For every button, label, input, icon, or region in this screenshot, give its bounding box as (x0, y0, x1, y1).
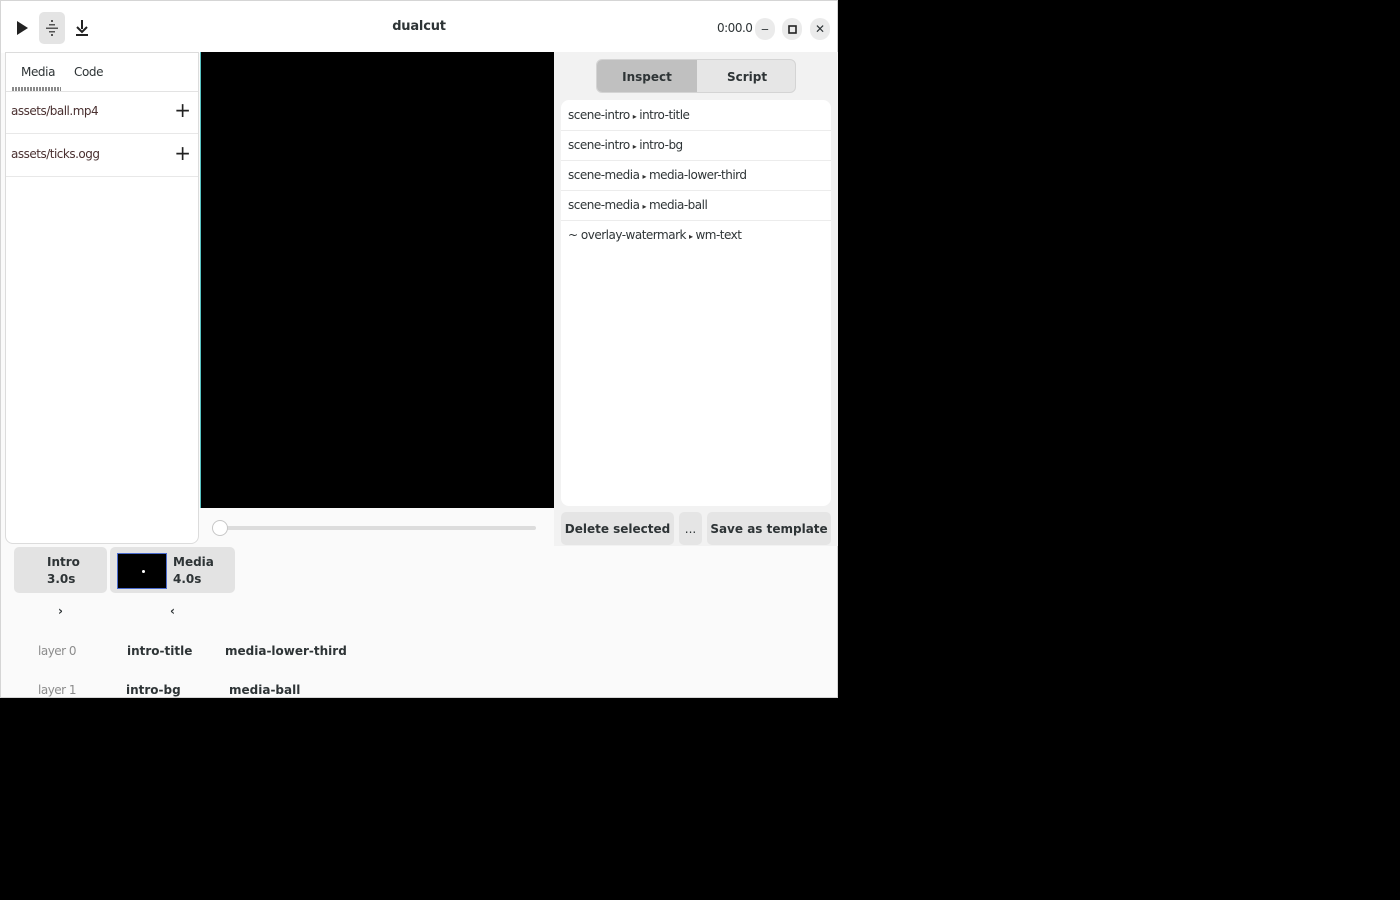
caret-right-icon: ▸ (642, 202, 646, 211)
tree-layer: intro-title (639, 108, 690, 122)
close-icon: ✕ (814, 22, 826, 36)
add-media-button[interactable]: + (174, 99, 191, 121)
minimize-icon: ‒ (761, 22, 769, 36)
split-icon (46, 20, 58, 36)
scrubber-handle[interactable] (212, 520, 228, 536)
tab-media[interactable]: Media (21, 65, 55, 79)
scene-name: Intro (47, 555, 80, 569)
tree-item[interactable]: scene-media ▸ media-lower-third (561, 160, 831, 191)
media-sidebar: Media Code assets/ball.mp4 + assets/tick… (5, 52, 199, 544)
tree-scene: overlay-watermark (580, 228, 687, 242)
minimize-button[interactable]: ‒ (755, 18, 775, 40)
app-window: dualcut 0:00.0 ‒ ✕ Media Code assets/bal… (0, 0, 838, 698)
header-bar: dualcut 0:00.0 ‒ ✕ (1, 1, 837, 53)
scene-card-media[interactable]: Media 4.0s (110, 547, 235, 593)
window-title: dualcut (392, 19, 446, 34)
chevron-right-icon[interactable]: › (58, 604, 63, 618)
inspector-panel: Inspect Script scene-intro ▸ intro-title s… (554, 52, 838, 546)
chevron-left-icon[interactable]: ‹ (170, 604, 175, 618)
media-item[interactable]: assets/ball.mp4 + (6, 91, 198, 134)
timeline-clip[interactable]: media-lower-third (225, 644, 347, 658)
export-button[interactable] (69, 12, 95, 44)
tree-layer: media-lower-third (648, 168, 747, 182)
layer-tree: scene-intro ▸ intro-title scene-intro ▸ intr… (561, 100, 831, 506)
thumbnail-dot (142, 570, 145, 573)
sidebar-tabs: Media Code (6, 53, 198, 92)
tree-item[interactable]: scene-intro ▸ intro-bg (561, 130, 831, 161)
close-button[interactable]: ✕ (810, 18, 830, 40)
caret-right-icon: ▸ (642, 172, 646, 181)
maximize-button[interactable] (782, 18, 802, 40)
timeline-clip[interactable]: media-ball (229, 683, 300, 697)
tab-code[interactable]: Code (74, 65, 104, 79)
download-icon (76, 20, 88, 36)
tree-layer: media-ball (648, 198, 708, 212)
add-media-button[interactable]: + (174, 142, 191, 164)
caret-right-icon: ▸ (632, 112, 637, 121)
more-button[interactable]: ... (679, 512, 702, 545)
tab-inspect[interactable]: Inspect (597, 60, 697, 92)
scene-name: Media (173, 555, 214, 569)
caret-right-icon: ▸ (632, 142, 637, 151)
tree-scene: scene-media (568, 168, 640, 182)
play-button[interactable] (9, 12, 35, 44)
timeline-clip[interactable]: intro-bg (126, 683, 181, 697)
tree-item[interactable]: scene-intro ▸ intro-title (561, 100, 831, 131)
tree-prefix: ~ (568, 228, 581, 242)
layer-label: layer 1 (38, 683, 77, 697)
media-item[interactable]: assets/ticks.ogg + (6, 134, 198, 177)
tree-layer: intro-bg (639, 138, 683, 152)
media-item-name: assets/ticks.ogg (11, 147, 100, 161)
tree-item[interactable]: ~ overlay-watermark ▸ wm-text (561, 220, 831, 250)
tab-script[interactable]: Script (697, 60, 795, 92)
delete-selected-button[interactable]: Delete selected (561, 512, 674, 545)
tree-scene: scene-intro (568, 138, 630, 152)
media-item-name: assets/ball.mp4 (11, 104, 99, 118)
timeline-clip[interactable]: intro-title (127, 644, 192, 658)
scene-duration: 4.0s (173, 572, 202, 586)
tree-layer: wm-text (695, 228, 742, 242)
scene-thumbnail (117, 553, 167, 589)
save-template-button[interactable]: Save as template (707, 512, 831, 545)
scene-duration: 3.0s (47, 572, 76, 586)
tree-scene: scene-media (568, 198, 640, 212)
timeline-scrubber[interactable] (212, 526, 536, 530)
tree-scene: scene-intro (568, 108, 630, 122)
playback-time: 0:00.0 (717, 21, 753, 35)
video-preview[interactable] (200, 52, 555, 508)
scene-card-intro[interactable]: Intro 3.0s (14, 547, 107, 593)
layer-label: layer 0 (38, 644, 77, 658)
maximize-icon (787, 24, 797, 34)
tree-item[interactable]: scene-media ▸ media-ball (561, 190, 831, 221)
split-button[interactable] (39, 12, 65, 44)
play-icon (17, 21, 28, 35)
inspector-tabs: Inspect Script (596, 59, 796, 93)
